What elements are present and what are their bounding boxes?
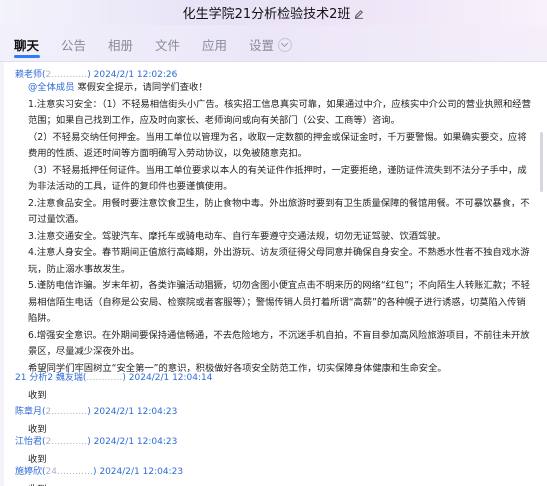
message-line: （3）不轻易抵押任何证件。当用工单位要求以本人的有关证件作抵押时，一定要拒绝，谨… [28,164,527,193]
message-body: 收到 [28,424,47,435]
message-time: ) 2024/2/1 12:04:23 [92,467,184,477]
tab-announcements[interactable]: 公告 [61,35,86,54]
message-body: 收到 [28,454,47,465]
message-sender[interactable]: 赖老师(2…………) 2024/2/1 12:02:26 [15,67,177,80]
tab-settings[interactable]: 设置 [249,35,293,54]
message-line: 寒假安全提示，请同学们查收！ [74,82,208,93]
message-time: ) 2024/2/1 12:02:26 [87,70,178,80]
tab-album[interactable]: 相册 [108,35,133,54]
sender-id-hidden: 2………… [45,70,88,80]
message-body: @全体成员 寒假安全提示，请同学们查收！ 1.注意实习安全：（1）不轻易相信街头… [28,80,533,377]
tab-bar: 聊天 公告 相册 文件 应用 设置 [0,25,547,62]
message-line: 4.注意人身安全。春节期间正值旅行高峰期，外出游玩、访友须征得父母同意并确保自身… [28,247,530,275]
tab-chat[interactable]: 聊天 [14,35,39,54]
sender-name: 21 分析2 魏友瑞( [15,373,87,383]
title-bar: 化生学院21分析检验技术2班 [0,0,547,25]
sender-name: 陈章月( [15,407,46,417]
message-time: ) 2024/2/1 12:04:23 [87,437,178,447]
message-line: 3.注意交通安全。驾驶汽车、摩托车或骑电动车、自行车要遵守交通法规，切勿无证驾驶… [28,230,446,242]
tab-settings-label: 设置 [249,38,275,53]
message-line: 2.注意食品安全。用餐时要注意饮食卫生，防止食物中毒。外出旅游时要到有卫生质量保… [28,197,530,226]
sender-name: 赖老师( [15,70,46,80]
tab-files[interactable]: 文件 [155,35,180,54]
sender-name: 江怡君( [15,437,46,447]
tab-apps[interactable]: 应用 [202,35,227,54]
message-body: 收到 [28,481,47,486]
sender-name: 施婷欣( [15,467,46,477]
sender-id-hidden: 2………… [45,437,88,447]
message-line: （2）不轻易交纳任何押金。当用工单位以管理为名，收取一定数额的押金或保证金时，千… [28,131,527,160]
message-line: 1.注意实习安全：（1）不轻易相信街头小广告。核实招工信息真实可靠，如果通过中介… [28,98,531,127]
message-line: 6.增强安全意识。在外期间要保持通信畅通，不去危险地方，不沉迷手机自拍，不盲目参… [28,329,530,358]
scrollbar[interactable] [540,132,543,192]
message-body: 收到 [28,390,47,401]
group-name: 化生学院21分析检验技术2班 [182,7,351,22]
edit-icon[interactable] [354,9,364,19]
sender-id-hidden: ………… [86,373,123,383]
message-sender[interactable]: 江怡君(2…………) 2024/2/1 12:04:23 [15,434,177,447]
chevron-down-icon[interactable] [278,38,293,52]
sender-id-hidden: 24………… [45,467,93,477]
active-tab-indicator [14,55,40,58]
message-line: 5.谨防电信诈骗。岁末年初，各类诈骗活动猖獗，切勿含图小便宜点击不明来历的网络“… [28,280,530,324]
sender-id-hidden: 2………… [45,407,88,417]
mention-all[interactable]: @全体成员 [28,82,75,93]
message-time: ) 2024/2/1 12:04:14 [122,373,213,383]
message-sender[interactable]: 施婷欣(24…………) 2024/2/1 12:04:23 [15,464,183,477]
message-sender[interactable]: 21 分析2 魏友瑞(…………) 2024/2/1 12:04:14 [15,370,213,383]
chat-history[interactable]: 赖老师(2…………) 2024/2/1 12:02:26 @全体成员 寒假安全提… [0,62,547,486]
message-sender[interactable]: 陈章月(2…………) 2024/2/1 12:04:23 [15,404,177,417]
group-title: 化生学院21分析检验技术2班 [0,3,547,22]
message-time: ) 2024/2/1 12:04:23 [87,407,178,417]
